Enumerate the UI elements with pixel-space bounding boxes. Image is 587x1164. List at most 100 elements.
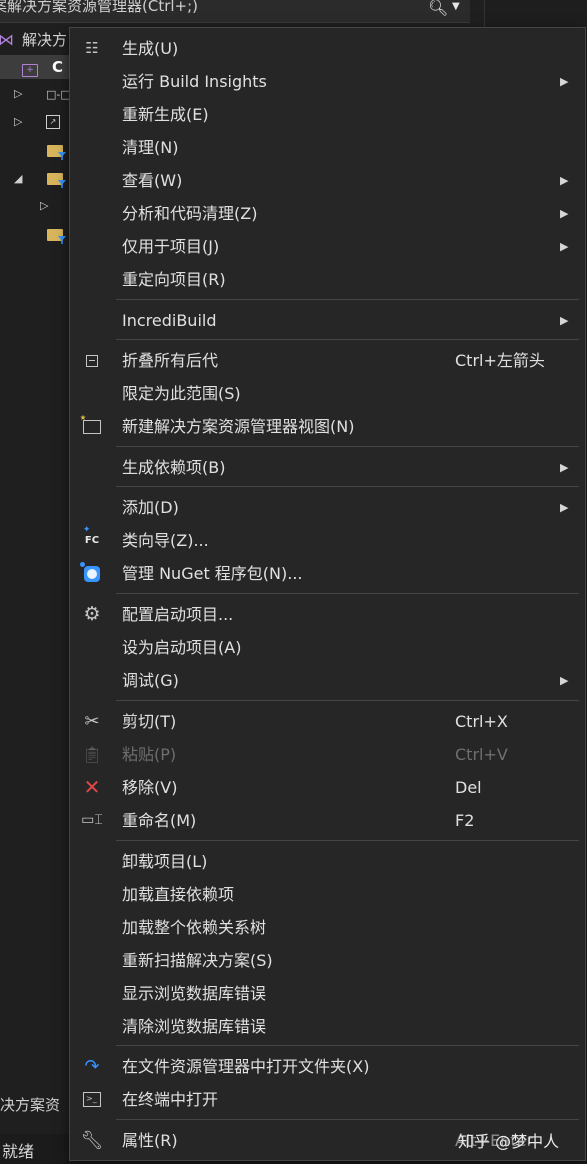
menu-item-shortcut: Ctrl+V — [455, 745, 508, 764]
menu-item-show-browse-errors[interactable]: 显示浏览数据库错误 — [70, 977, 585, 1010]
menu-item-label: IncrediBuild — [122, 311, 217, 330]
submenu-arrow-icon: ▶ — [560, 207, 569, 220]
menu-item-label: 生成(U) — [122, 39, 179, 58]
expand-arrow-icon[interactable]: ▷ — [14, 115, 22, 128]
menu-item-paste[interactable]: 📋︎ 粘贴(P) Ctrl+V — [70, 738, 585, 771]
menu-item-debug[interactable]: 调试(G) ▶ — [70, 664, 585, 697]
menu-item-collapse-all[interactable]: 折叠所有后代 Ctrl+左箭头 — [70, 344, 585, 377]
menu-separator — [116, 1045, 579, 1046]
external-deps-icon: ↗ — [46, 115, 60, 129]
menu-item-label: 新建解决方案资源管理器视图(N) — [122, 417, 355, 436]
context-menu: ☷ 生成(U) 运行 Build Insights ▶ 重新生成(E) 清理(N… — [69, 27, 586, 1161]
menu-item-label: 限定为此范围(S) — [122, 384, 241, 403]
menu-item-open-in-terminal[interactable]: >_ 在终端中打开 — [70, 1083, 585, 1116]
tree-item-solution[interactable]: ⋈ 解决方 — [0, 28, 70, 52]
menu-item-clear-browse-errors[interactable]: 清除浏览数据库错误 — [70, 1010, 585, 1043]
menu-item-shortcut: F2 — [455, 811, 475, 830]
collapse-arrow-icon[interactable]: ◢ — [14, 172, 22, 185]
submenu-arrow-icon: ▶ — [560, 75, 569, 88]
filter-folder-icon — [47, 145, 63, 157]
submenu-arrow-icon: ▶ — [560, 501, 569, 514]
menu-item-add[interactable]: 添加(D) ▶ — [70, 491, 585, 524]
menu-item-configure-startup[interactable]: ⚙ 配置启动项目... — [70, 598, 585, 631]
menu-item-load-dep-tree[interactable]: 加载整个依赖关系树 — [70, 911, 585, 944]
cut-icon: ✂︎ — [84, 711, 100, 732]
menu-item-label: 重定向项目(R) — [122, 270, 226, 289]
menu-item-label: 加载直接依赖项 — [122, 885, 235, 904]
menu-item-label: 属性(R) — [122, 1131, 178, 1150]
class-wizard-icon: FC — [78, 514, 106, 557]
menu-item-build[interactable]: ☷ 生成(U) — [70, 32, 585, 65]
menu-item-label: 在文件资源管理器中打开文件夹(X) — [122, 1057, 370, 1076]
menu-item-open-in-explorer[interactable]: ↷ 在文件资源管理器中打开文件夹(X) — [70, 1050, 585, 1083]
menu-item-incredibuild[interactable]: IncrediBuild ▶ — [70, 304, 585, 337]
menu-item-view[interactable]: 查看(W) ▶ — [70, 164, 585, 197]
chevron-down-icon[interactable]: ▼ — [452, 0, 460, 17]
menu-item-rename[interactable]: ▭⌶ 重命名(M) F2 — [70, 804, 585, 837]
menu-item-scope-to-this[interactable]: 限定为此范围(S) — [70, 377, 585, 410]
solution-explorer-tab[interactable]: 决方案资 — [0, 1095, 60, 1115]
menu-item-new-explorer-view[interactable]: 新建解决方案资源管理器视图(N) — [70, 410, 585, 443]
menu-item-cut[interactable]: ✂︎ 剪切(T) Ctrl+X — [70, 705, 585, 738]
menu-separator — [116, 1119, 579, 1120]
visual-studio-icon: ⋈ — [0, 30, 14, 49]
menu-item-retarget[interactable]: 重定向项目(R) — [70, 263, 585, 296]
submenu-arrow-icon: ▶ — [560, 240, 569, 253]
build-icon: ☷ — [85, 39, 99, 57]
menu-item-label: 重新扫描解决方案(S) — [122, 951, 273, 970]
menu-separator — [116, 700, 579, 701]
filter-folder-icon — [47, 229, 63, 241]
watermark: 知乎 @梦中人 — [458, 1132, 560, 1151]
menu-item-rescan-solution[interactable]: 重新扫描解决方案(S) — [70, 944, 585, 977]
menu-item-run-build-insights[interactable]: 运行 Build Insights ▶ — [70, 65, 585, 98]
menu-item-unload-project[interactable]: 卸载项目(L) — [70, 845, 585, 878]
menu-item-load-direct-deps[interactable]: 加载直接依赖项 — [70, 878, 585, 911]
menu-item-rebuild[interactable]: 重新生成(E) — [70, 98, 585, 131]
menu-item-label: 剪切(T) — [122, 712, 177, 731]
menu-item-clean[interactable]: 清理(N) — [70, 131, 585, 164]
expand-arrow-icon[interactable]: ▷ — [14, 87, 22, 100]
menu-item-label: 分析和代码清理(Z) — [122, 204, 258, 223]
menu-item-label: 类向导(Z)... — [122, 531, 209, 550]
expand-arrow-icon[interactable]: ▷ — [40, 199, 48, 212]
menu-item-label: 折叠所有后代 — [122, 351, 219, 370]
menu-separator — [116, 339, 579, 340]
solution-label: 解决方 — [22, 31, 68, 49]
project-icon: + — [22, 64, 38, 77]
menu-item-label: 管理 NuGet 程序包(N)... — [122, 564, 303, 583]
submenu-arrow-icon: ▶ — [560, 674, 569, 687]
status-text: 就绪 — [2, 1142, 35, 1161]
gear-icon: ⚙ — [83, 603, 101, 625]
menu-item-label: 在终端中打开 — [122, 1090, 219, 1109]
menu-item-label: 生成依赖项(B) — [122, 458, 226, 477]
submenu-arrow-icon: ▶ — [560, 174, 569, 187]
submenu-arrow-icon: ▶ — [560, 461, 569, 474]
menu-item-project-only[interactable]: 仅用于项目(J) ▶ — [70, 230, 585, 263]
menu-separator — [116, 446, 579, 447]
menu-separator — [116, 486, 579, 487]
menu-item-label: 重命名(M) — [122, 811, 197, 830]
tree-item-project[interactable]: + C — [0, 55, 70, 79]
menu-item-label: 卸载项目(L) — [122, 852, 208, 871]
wrench-icon: 🔧︎ — [80, 1130, 104, 1151]
search-icon[interactable]: 🔍︎ — [428, 0, 448, 18]
terminal-icon: >_ — [78, 1083, 106, 1116]
menu-item-shortcut: Ctrl+X — [455, 712, 508, 731]
remove-icon: ✕ — [83, 775, 101, 799]
menu-item-shortcut: Ctrl+左箭头 — [455, 351, 545, 370]
solution-explorer-search[interactable]: 案解决方案资源管理器(Ctrl+;) 🔍︎ ▼ — [0, 0, 470, 23]
menu-item-class-wizard[interactable]: FC 类向导(Z)... — [70, 514, 585, 557]
menu-item-build-dependencies[interactable]: 生成依赖项(B) ▶ — [70, 451, 585, 484]
menu-item-remove[interactable]: ✕ 移除(V) Del — [70, 771, 585, 804]
menu-item-shortcut: Del — [455, 778, 482, 797]
new-view-icon — [78, 410, 106, 443]
menu-item-set-startup[interactable]: 设为启动项目(A) — [70, 631, 585, 664]
menu-item-manage-nuget[interactable]: 管理 NuGet 程序包(N)... — [70, 557, 585, 590]
menu-item-label: 显示浏览数据库错误 — [122, 984, 267, 1003]
project-label: C — [52, 58, 64, 76]
menu-item-label: 加载整个依赖关系树 — [122, 918, 267, 937]
menu-item-analyze[interactable]: 分析和代码清理(Z) ▶ — [70, 197, 585, 230]
menu-item-label: 查看(W) — [122, 171, 183, 190]
submenu-arrow-icon: ▶ — [560, 314, 569, 327]
menu-item-label: 设为启动项目(A) — [122, 638, 242, 657]
